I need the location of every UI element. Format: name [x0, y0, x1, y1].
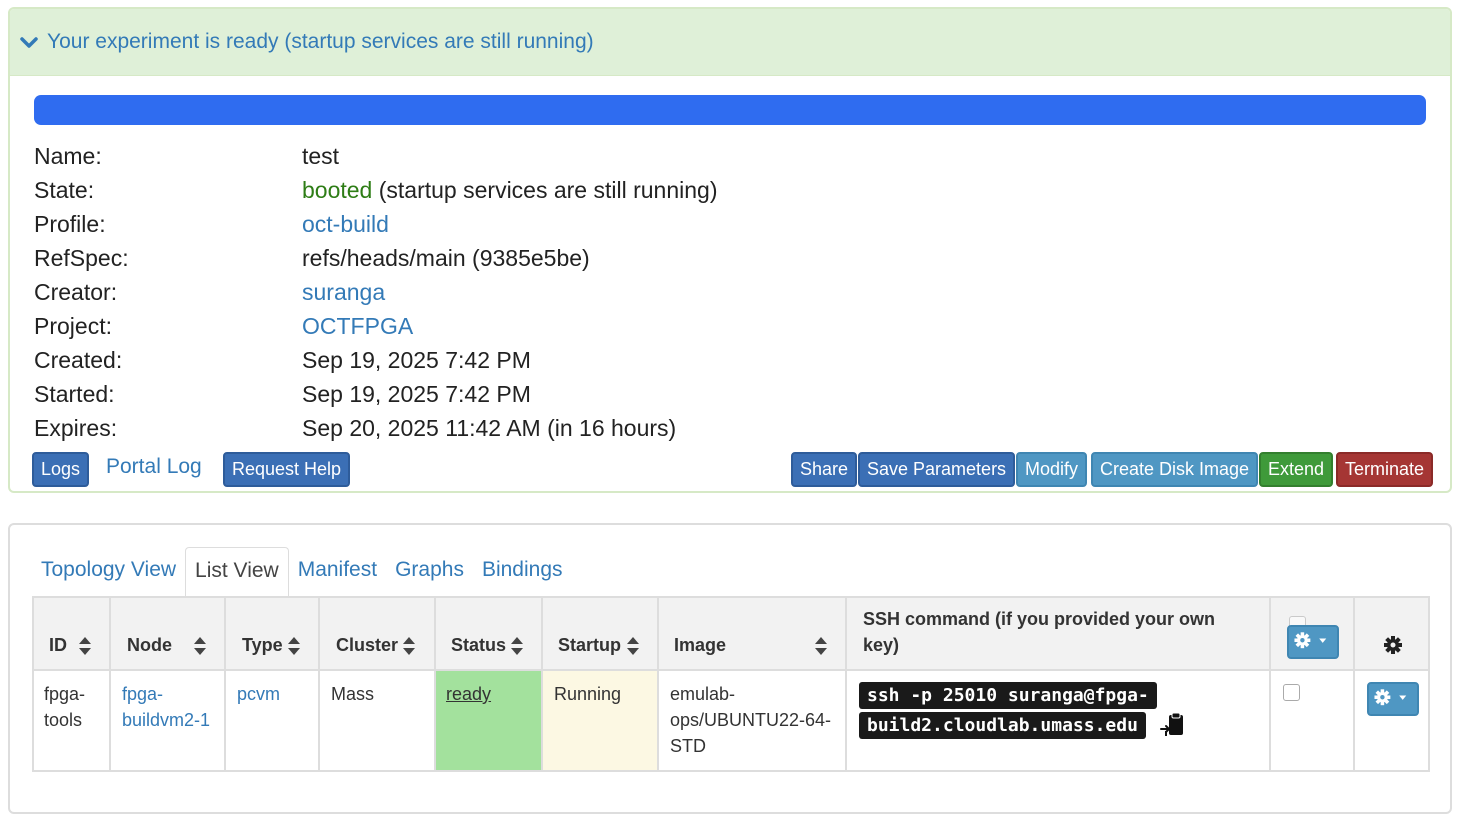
- experiment-status-panel: Your experiment is ready (startup servic…: [8, 7, 1452, 493]
- expires-value: Sep 20, 2025 11:42 AM (in 16 hours): [302, 415, 677, 441]
- refspec-label: RefSpec:: [34, 245, 129, 271]
- header-startup[interactable]: Startup: [558, 635, 621, 656]
- experiment-ready-header[interactable]: Your experiment is ready (startup servic…: [10, 9, 1450, 76]
- view-tabs: Topology View List View Manifest Graphs …: [32, 547, 572, 597]
- tab-bindings[interactable]: Bindings: [473, 547, 572, 597]
- sort-icon[interactable]: [287, 635, 301, 657]
- detail-row-expires: Expires: Sep 20, 2025 11:42 AM (in 16 ho…: [34, 411, 717, 445]
- expires-label: Expires:: [34, 415, 118, 441]
- header-ssh-line2: key): [863, 635, 900, 655]
- share-button[interactable]: Share: [791, 452, 858, 487]
- node-list-table: ID Node Type Cluster Status Startup Imag…: [32, 596, 1430, 772]
- started-value: Sep 19, 2025 7:42 PM: [302, 381, 531, 407]
- header-cluster[interactable]: Cluster: [336, 635, 398, 656]
- creator-label: Creator:: [34, 279, 118, 305]
- name-label: Name:: [34, 143, 102, 169]
- node-image-line3: STD: [670, 736, 706, 756]
- request-help-button[interactable]: Request Help: [223, 452, 351, 487]
- experiment-topology-panel: Topology View List View Manifest Graphs …: [8, 523, 1452, 814]
- tab-topology-view[interactable]: Topology View: [32, 547, 185, 597]
- node-type-link[interactable]: pcvm: [237, 684, 280, 704]
- node-type-cell: pcvm: [237, 681, 280, 707]
- project-label: Project:: [34, 313, 112, 339]
- node-status[interactable]: ready: [446, 681, 491, 707]
- header-status[interactable]: Status: [451, 635, 506, 656]
- ssh-command-line1: ssh -p 25010 suranga@fpga-: [859, 682, 1157, 709]
- node-image-line1: emulab-: [670, 684, 736, 704]
- created-label: Created:: [34, 347, 123, 373]
- detail-row-created: Created: Sep 19, 2025 7:42 PM: [34, 343, 717, 377]
- node-cluster: Mass: [331, 684, 375, 704]
- node-id-line1: fpga-: [44, 684, 86, 704]
- table-row: fpga- tools: [44, 681, 85, 733]
- tab-graphs[interactable]: Graphs: [386, 547, 473, 597]
- state-note: (startup services are still running): [372, 177, 718, 203]
- node-image-line2: ops/UBUNTU22-64-: [670, 710, 832, 730]
- started-label: Started:: [34, 381, 115, 407]
- creator-link[interactable]: suranga: [302, 275, 385, 309]
- gear-icon: [1374, 689, 1407, 706]
- header-id[interactable]: ID: [49, 635, 67, 656]
- detail-row-refspec: RefSpec: refs/heads/main (9385e5be): [34, 241, 717, 275]
- modify-button[interactable]: Modify: [1016, 452, 1088, 487]
- tab-list-view[interactable]: List View: [185, 547, 289, 597]
- extend-button[interactable]: Extend: [1259, 452, 1334, 487]
- sort-icon[interactable]: [78, 635, 92, 657]
- node-actions-dropdown[interactable]: [1367, 682, 1419, 716]
- node-id-line2: tools: [44, 710, 83, 730]
- tab-manifest[interactable]: Manifest: [289, 547, 386, 597]
- portal-log-link[interactable]: Portal Log: [106, 455, 202, 479]
- bulk-actions-dropdown[interactable]: [1287, 625, 1339, 659]
- create-disk-image-button[interactable]: Create Disk Image: [1091, 452, 1259, 487]
- node-link-line2[interactable]: buildvm2-1: [122, 707, 210, 733]
- row-select-checkbox[interactable]: [1283, 684, 1300, 701]
- detail-row-project: Project: OCTFPGA: [34, 309, 717, 343]
- created-value: Sep 19, 2025 7:42 PM: [302, 347, 531, 373]
- clipboard-icon[interactable]: [1160, 712, 1184, 738]
- refspec-value: refs/heads/main (9385e5be): [302, 245, 590, 271]
- header-type[interactable]: Type: [242, 635, 283, 656]
- node-image: emulab- ops/UBUNTU22-64- STD: [670, 681, 831, 759]
- detail-row-state: State: booted (startup services are stil…: [34, 173, 717, 207]
- save-parameters-button[interactable]: Save Parameters: [858, 452, 1016, 487]
- header-node[interactable]: Node: [127, 635, 172, 656]
- sort-icon[interactable]: [626, 635, 640, 657]
- sort-icon[interactable]: [814, 635, 828, 657]
- detail-row-started: Started: Sep 19, 2025 7:42 PM: [34, 377, 717, 411]
- node-link-line1[interactable]: fpga-: [122, 681, 210, 707]
- detail-row-creator: Creator: suranga: [34, 275, 717, 309]
- state-value: booted (startup services are still runni…: [302, 173, 717, 207]
- ssh-command-line2: build2.cloudlab.umass.edu: [859, 712, 1146, 739]
- state-label: State:: [34, 177, 95, 203]
- gear-icon: [1384, 636, 1402, 654]
- profile-label: Profile:: [34, 211, 106, 237]
- sort-icon[interactable]: [193, 635, 207, 657]
- experiment-progress-bar: [34, 95, 1426, 125]
- experiment-ready-title: Your experiment is ready (startup servic…: [47, 30, 594, 53]
- sort-icon[interactable]: [402, 635, 416, 657]
- gear-icon: [1294, 632, 1327, 649]
- detail-row-profile: Profile: oct-build: [34, 207, 717, 241]
- sort-icon[interactable]: [510, 635, 524, 657]
- node-startup: Running: [554, 684, 622, 704]
- project-link[interactable]: OCTFPGA: [302, 309, 413, 343]
- profile-link[interactable]: oct-build: [302, 207, 389, 241]
- detail-row-name: Name: test: [34, 139, 717, 173]
- ssh-command[interactable]: ssh -p 25010 suranga@fpga- build2.cloudl…: [859, 681, 1157, 741]
- terminate-button[interactable]: Terminate: [1336, 452, 1434, 487]
- state-booted: booted: [302, 177, 373, 203]
- experiment-details: Name: test State: booted (startup servic…: [34, 139, 717, 445]
- logs-button[interactable]: Logs: [32, 452, 90, 487]
- header-image[interactable]: Image: [674, 635, 726, 656]
- name-value: test: [302, 143, 340, 169]
- header-ssh-line1: SSH command (if you provided your own: [863, 609, 1216, 629]
- node-name-cell: fpga- buildvm2-1: [122, 681, 210, 733]
- chevron-down-icon[interactable]: [20, 36, 38, 50]
